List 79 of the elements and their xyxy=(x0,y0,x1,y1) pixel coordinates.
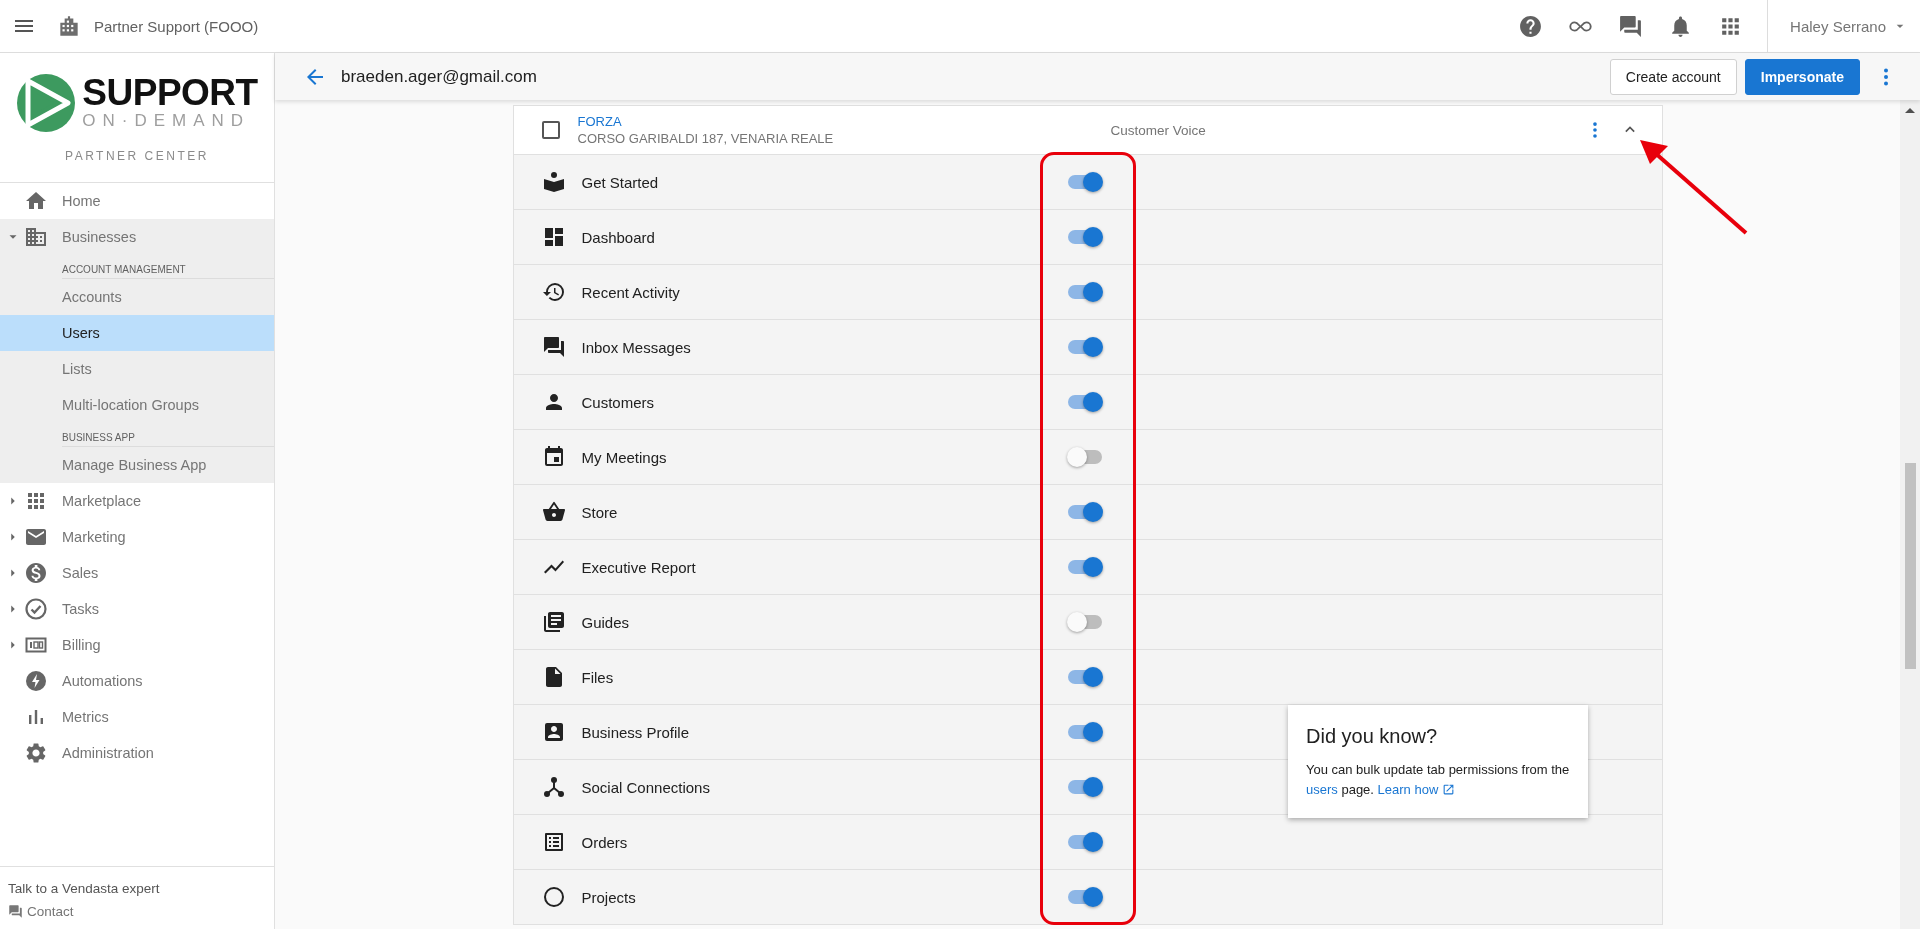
learn-how-link[interactable]: Learn how xyxy=(1377,782,1455,798)
nav-section-heading: BUSINESS APP xyxy=(62,423,274,447)
contact-link[interactable]: Contact xyxy=(8,904,74,919)
play-logo-icon xyxy=(16,72,77,133)
permission-label: Projects xyxy=(581,888,637,906)
page-title: braeden.ager@gmail.com xyxy=(341,66,537,87)
dollar-icon xyxy=(24,561,48,585)
chat-icon xyxy=(8,904,23,919)
permission-label: Orders xyxy=(581,833,629,851)
tip-title: Did you know? xyxy=(1306,725,1439,748)
scrollbar[interactable] xyxy=(1900,100,1920,929)
expert-heading: Talk to a Vendasta expert xyxy=(8,881,160,896)
nav-subitem[interactable]: Lists xyxy=(0,351,274,387)
nav-subitem[interactable]: Users xyxy=(0,315,274,351)
logo-tagline: ON·DEMAND xyxy=(82,110,251,132)
nav-item[interactable]: Billing xyxy=(0,627,274,663)
nav-item[interactable]: Marketing xyxy=(0,519,274,555)
history-icon xyxy=(541,280,566,304)
toggle-switch[interactable] xyxy=(1066,832,1103,852)
toggle-switch[interactable] xyxy=(1066,887,1103,907)
external-link-icon xyxy=(1441,783,1455,797)
permission-label: My Meetings xyxy=(581,448,668,466)
document-stack-icon xyxy=(541,610,566,634)
users-link[interactable]: users xyxy=(1306,782,1338,798)
book-icon xyxy=(541,170,566,194)
toggle-switch[interactable] xyxy=(1066,722,1103,742)
impersonate-button[interactable]: Impersonate xyxy=(1744,58,1860,95)
nav-item[interactable]: Sales xyxy=(0,555,274,591)
app-title: Partner Support (FOOO) xyxy=(94,17,259,35)
toggle-switch[interactable] xyxy=(1066,392,1103,412)
permission-label: Recent Activity xyxy=(581,283,681,301)
building-icon xyxy=(24,225,48,249)
nav-item[interactable]: Metrics xyxy=(0,699,274,735)
permission-label: Files xyxy=(581,668,615,686)
permission-label: Dashboard xyxy=(581,228,656,246)
user-name[interactable]: Haley Serrano xyxy=(1790,17,1886,35)
nav-subitem[interactable]: Manage Business App xyxy=(0,447,274,483)
check-circle-icon xyxy=(24,597,48,621)
chat-icon xyxy=(541,335,566,359)
nav-item[interactable]: Home xyxy=(0,183,274,219)
nav-item[interactable]: Marketplace xyxy=(0,483,274,519)
permission-label: Customers xyxy=(581,393,656,411)
lightning-icon xyxy=(24,669,48,693)
permission-label: Inbox Messages xyxy=(581,338,692,356)
nav-item[interactable]: Tasks xyxy=(0,591,274,627)
nav-subitem[interactable]: Accounts xyxy=(0,279,274,315)
business-address: CORSO GARIBALDI 187, VENARIA REALE xyxy=(577,131,834,146)
logo-wordmark: SUPPORT xyxy=(82,73,258,111)
toggle-switch[interactable] xyxy=(1066,612,1103,632)
create-account-button[interactable]: Create account xyxy=(1609,58,1737,95)
permission-label: Social Connections xyxy=(581,778,711,796)
logo-subtitle: PARTNER CENTER xyxy=(65,148,209,163)
toggle-switch[interactable] xyxy=(1066,777,1103,797)
toggle-switch[interactable] xyxy=(1066,282,1103,302)
permission-label: Guides xyxy=(581,613,631,631)
business-name-link[interactable]: FORZA xyxy=(577,114,622,129)
toggle-switch[interactable] xyxy=(1066,667,1103,687)
toggle-switch[interactable] xyxy=(1066,447,1103,467)
toggle-switch[interactable] xyxy=(1066,502,1103,522)
basket-icon xyxy=(541,500,566,524)
toggle-switch[interactable] xyxy=(1066,557,1103,577)
settings-icon xyxy=(24,741,48,765)
help-icon[interactable] xyxy=(1518,13,1544,39)
permission-label: Executive Report xyxy=(581,558,697,576)
permission-label: Business Profile xyxy=(581,723,691,741)
chat-icon[interactable] xyxy=(1618,13,1644,39)
permission-label: Store xyxy=(581,503,619,521)
nav-item[interactable]: Administration xyxy=(0,735,274,771)
toggle-switch[interactable] xyxy=(1066,337,1103,357)
nav-subitem[interactable]: Multi-location Groups xyxy=(0,387,274,423)
network-icon xyxy=(541,775,566,799)
toggle-switch[interactable] xyxy=(1066,227,1103,247)
toggle-switch[interactable] xyxy=(1066,172,1103,192)
permission-label: Get Started xyxy=(581,173,660,191)
nav-item[interactable]: Automations xyxy=(0,663,274,699)
nav-section-heading: ACCOUNT MANAGEMENT xyxy=(62,255,274,279)
row-checkbox[interactable] xyxy=(541,121,560,139)
tip-text: You can bulk update tab permissions from the users page. Learn how xyxy=(1306,761,1570,800)
product-name: Customer Voice xyxy=(1110,122,1207,138)
